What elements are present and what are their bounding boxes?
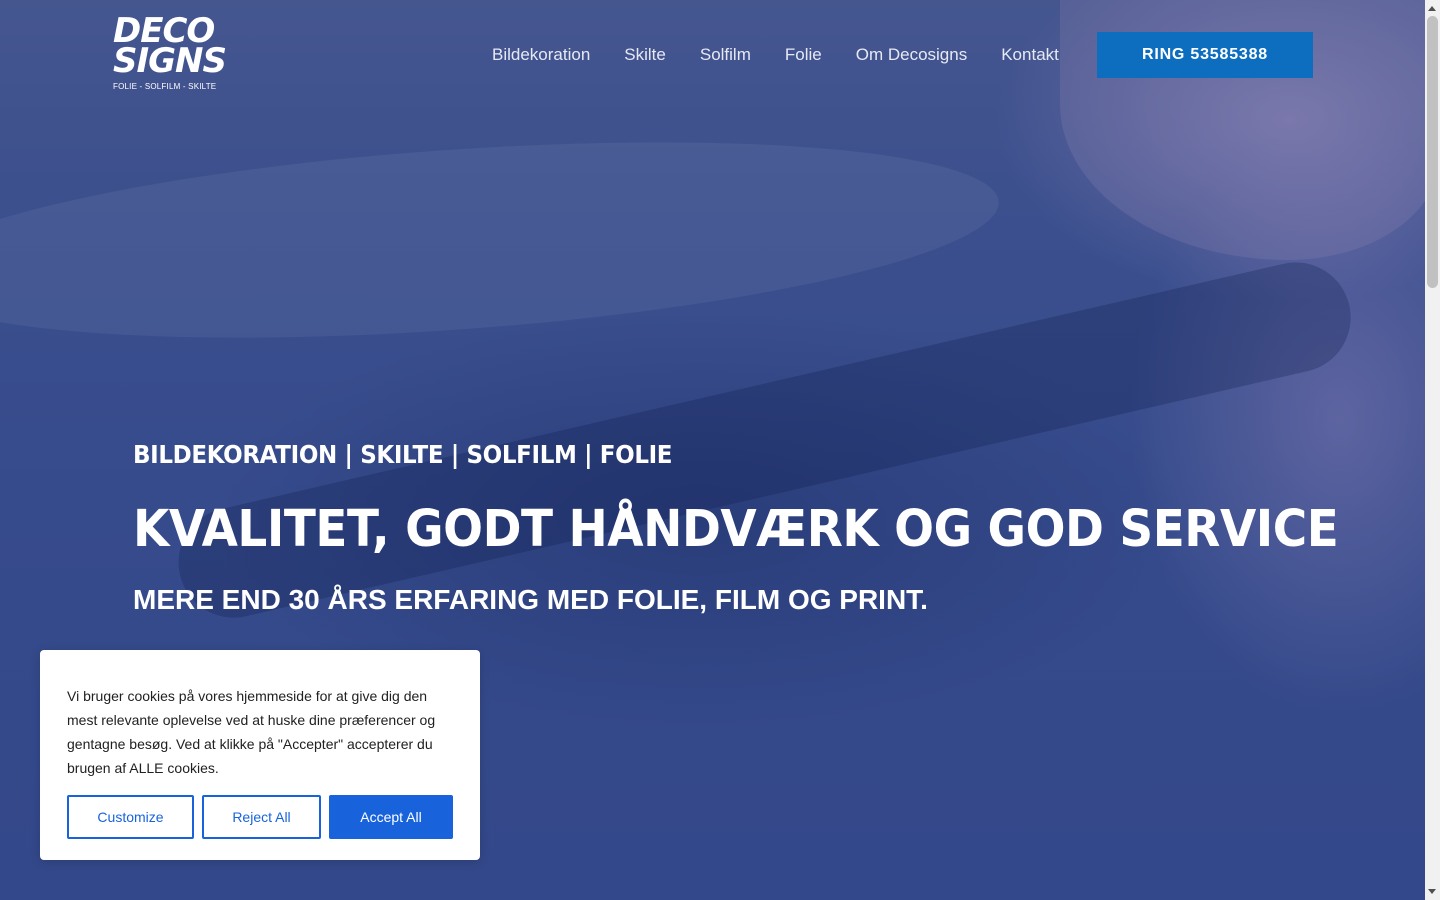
hero-subheadline: MERE END 30 ÅRS ERFARING MED FOLIE, FILM… xyxy=(133,584,928,615)
logo-line2: SIGNS xyxy=(113,41,227,81)
hero-headline: KVALITET, GODT HÅNDVÆRK OG GOD SERVICE xyxy=(133,500,1339,559)
hero-background-shape xyxy=(0,111,1005,369)
nav-item-kontakt[interactable]: Kontakt xyxy=(1001,44,1059,66)
scroll-thumb[interactable] xyxy=(1427,16,1438,288)
nav-item-solfilm[interactable]: Solfilm xyxy=(700,44,751,66)
nav-item-folie[interactable]: Folie xyxy=(785,44,822,66)
nav-item-om-decosigns[interactable]: Om Decosigns xyxy=(856,44,967,66)
nav-item-bildekoration[interactable]: Bildekoration xyxy=(492,44,590,66)
cookie-customize-button[interactable]: Customize xyxy=(67,795,194,839)
page-scrollbar[interactable] xyxy=(1425,0,1440,900)
scroll-up-arrow-icon[interactable] xyxy=(1428,6,1436,11)
nav-item-skilte[interactable]: Skilte xyxy=(624,44,666,66)
cookie-consent-text: Vi bruger cookies på vores hjemmeside fo… xyxy=(67,688,436,776)
site-logo[interactable]: DECO SIGNS FOLIE - SOLFILM - SKILTE xyxy=(113,14,227,98)
scroll-down-arrow-icon[interactable] xyxy=(1428,889,1436,894)
call-button[interactable]: RING 53585388 xyxy=(1097,32,1313,78)
hero-tagline: BILDEKORATION | SKILTE | SOLFILM | FOLIE xyxy=(133,440,673,469)
cookie-reject-all-button[interactable]: Reject All xyxy=(202,795,321,839)
cookie-accept-all-button[interactable]: Accept All xyxy=(329,795,453,839)
main-navigation: Bildekoration Skilte Solfilm Folie Om De… xyxy=(492,44,1093,66)
logo-tagline: FOLIE - SOLFILM - SKILTE xyxy=(113,82,217,91)
cookie-consent-banner: Vi bruger cookies på vores hjemmeside fo… xyxy=(40,650,480,860)
